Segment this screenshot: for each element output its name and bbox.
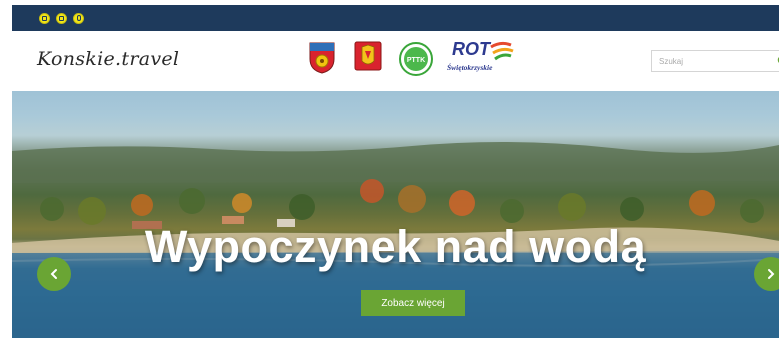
- crest-icon[interactable]: [354, 41, 382, 71]
- font-size-icon: [59, 15, 64, 21]
- crest-icon[interactable]: [308, 41, 336, 74]
- chevron-right-icon: [768, 269, 775, 279]
- font-size-large-icon: [76, 15, 81, 21]
- slide-title: Wypoczynek nad wodą: [144, 221, 647, 272]
- a11y-font-normal-button[interactable]: [56, 12, 67, 24]
- pttk-text: PTTK: [407, 57, 425, 64]
- rot-subtitle: Świętokrzyskie: [447, 63, 493, 72]
- rot-word: ROT: [452, 39, 490, 59]
- see-more-button[interactable]: Zobacz więcej: [361, 290, 465, 316]
- slider-prev-button[interactable]: [37, 257, 71, 291]
- a11y-font-large-button[interactable]: [73, 12, 84, 24]
- hero-slider: Wypoczynek nad wodą Zobacz więcej: [12, 91, 779, 338]
- search-box: [651, 50, 779, 72]
- site-header: Konskie.travel PTTK ROT Świętokrzyskie: [12, 31, 779, 91]
- a11y-contrast-button[interactable]: [39, 12, 50, 24]
- swoosh-icon: [490, 41, 514, 61]
- rot-logo[interactable]: ROT Świętokrzyskie: [447, 39, 514, 79]
- chevron-left-icon: [50, 269, 57, 279]
- accessibility-bar: [12, 5, 779, 31]
- contrast-icon: [42, 15, 47, 21]
- site-logo[interactable]: Konskie.travel: [37, 48, 179, 70]
- pttk-logo[interactable]: PTTK: [399, 42, 433, 76]
- search-input[interactable]: [652, 51, 762, 72]
